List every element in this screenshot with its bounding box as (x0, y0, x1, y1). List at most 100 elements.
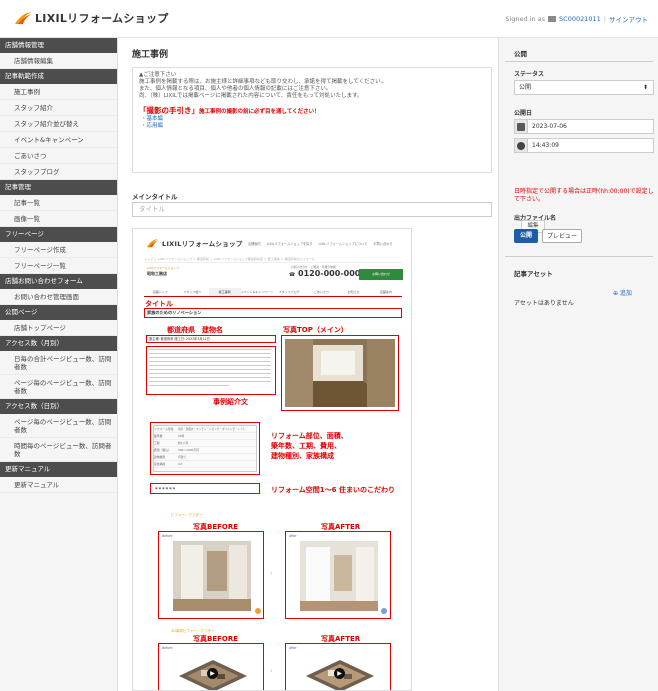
status-value: 公開 (519, 84, 532, 91)
sidebar-section-access-daily: アクセス数（日別） (0, 399, 117, 414)
time-input[interactable]: 14:43:09 (528, 138, 654, 153)
preview-tab: スタッフ紹介 (183, 290, 202, 294)
sidebar-item-events[interactable]: イベント&キャンペーン (0, 132, 117, 148)
label-spaces: リフォーム空間1〜6 住まいのこだわり (271, 486, 395, 494)
preview-nav-item: LIXILリフォームショップを探す (266, 242, 313, 246)
main-content: 施工事例 ▲ご注意下さい 施工事例を掲載する際は、お施主様と詳細事項なども取り交… (122, 38, 492, 691)
sidebar-item-daily-total[interactable]: 日毎の合計ページビュー数、訪問者数 (0, 351, 117, 375)
play-icon: ▶ (207, 668, 218, 679)
case-template-preview: LIXILリフォームショップ 店舗案内 LIXILリフォームショップを探す LI… (132, 228, 412, 691)
sidebar-item-store-edit[interactable]: 店舗情報編集 (0, 53, 117, 69)
guide-heading: 「撮影の手引き」施工事例の撮影の前に必ず目を通してください！ (139, 107, 485, 116)
user-id-link[interactable]: SC00021011 (559, 15, 601, 23)
asset-heading: 記事アセット (514, 270, 553, 278)
notice-line-4: 尚、（株）LIXILでは掲載ページに掲載された内容について、責任をもって対処いた… (139, 93, 363, 99)
preview-nav: 店舗案内 LIXILリフォームショップを探す LIXILリフォームショップについ… (248, 241, 393, 246)
sidebar-item-page-views-monthly[interactable]: ページ毎のページビュー数、訪問者数 (0, 375, 117, 399)
before-after-heading: ビフォー・アフター (171, 513, 203, 517)
preview-tab: スタッフブログ (278, 290, 300, 294)
divider (505, 256, 653, 257)
after-text: After (289, 534, 297, 538)
guide-link-basic[interactable]: ・基本編 (141, 116, 485, 123)
arrow-right-icon: › (270, 569, 273, 577)
sidebar-item-staff[interactable]: スタッフ紹介 (0, 100, 117, 116)
publish-button[interactable]: 公開 (514, 229, 538, 243)
sidebar-section-public: 公開ページ (0, 305, 117, 320)
signed-in-prefix: Signed in as (505, 15, 546, 23)
sidebar-item-free-list[interactable]: フリーページ一覧 (0, 258, 117, 274)
sidebar-item-page-views-daily[interactable]: ページ毎のページビュー数、訪問者数 (0, 414, 117, 438)
after-room-icon (300, 541, 378, 611)
add-asset-link[interactable]: ⊕ 追加 (613, 288, 632, 297)
signin-info: Signed in as SC00021011 | サインアウト (505, 14, 648, 24)
notice-box: ▲ご注意下さい 施工事例を掲載する際は、お施主様と詳細事項なども取り交わし、承諾… (132, 67, 492, 173)
sidebar-item-store-top[interactable]: 店舗トップページ (0, 320, 117, 336)
sidebar-item-hourly-views[interactable]: 時間毎のページビュー数、訪問者数 (0, 438, 117, 462)
arrow-right-icon: › (270, 667, 273, 675)
label-photo-top: 写真TOP（メイン） (283, 326, 348, 334)
preview-tab-active: 施工事例 (208, 288, 241, 296)
no-assets-text: アセットはありません (514, 300, 574, 307)
label-intro: 事例紹介文 (213, 398, 248, 406)
divider (505, 61, 653, 62)
before-3d-text: Before (162, 646, 173, 650)
preview-tel: ☎ 0120-000-000 (289, 269, 360, 278)
after-3d-text: After (289, 646, 297, 650)
preview-nav-item: お問い合わせ (373, 242, 393, 246)
logo-text: LIXILリフォームショップ (35, 12, 169, 25)
guide-link-advanced[interactable]: ・応用編 (141, 123, 485, 130)
after-photo (300, 541, 378, 611)
guide-title: 「撮影の手引き」 (139, 106, 199, 115)
preview-logo-text: LIXILリフォームショップ (162, 240, 243, 248)
status-label: ステータス (514, 71, 545, 78)
sidebar-section-manual: 更新マニュアル (0, 462, 117, 477)
signout-link[interactable]: サインアウト (609, 14, 648, 24)
before-zoom-icon (255, 608, 261, 614)
sidebar-item-free-create[interactable]: フリーページ作成 (0, 242, 117, 258)
sidebar-item-blog[interactable]: スタッフブログ (0, 164, 117, 180)
spaces-icons: ▣ ▣ ▣ ▣ ▣ ▣ (155, 486, 176, 490)
preview-tab: 店舗案内 (379, 290, 392, 294)
sidebar-item-staff-order[interactable]: スタッフ紹介並び替え (0, 116, 117, 132)
sidebar-item-greeting[interactable]: ごあいさつ (0, 148, 117, 164)
preview-contact-button: お問い合わせ (359, 269, 403, 280)
preview-tabs: 店舗トップ スタッフ紹介 施工事例 イベント&キャンペーン スタッフブログ ごあ… (144, 288, 402, 297)
status-select[interactable]: 公開 ⬍ (514, 80, 654, 95)
label-area: 都道府県 建物名 (167, 326, 223, 334)
date-row: 2023-07-06 (514, 119, 654, 134)
preview-button[interactable]: プレビュー (542, 229, 582, 243)
sidebar-section-article-create: 記事軌範作成 (0, 69, 117, 84)
lixil-logo[interactable]: LIXILリフォームショップ (14, 10, 169, 26)
sidebar-item-cases[interactable]: 施工事例 (0, 84, 117, 100)
chevron-down-icon: ⬍ (642, 84, 648, 91)
publish-heading: 公開 (514, 50, 527, 58)
phone-icon: ☎ (289, 272, 296, 278)
spec-frame (150, 422, 260, 475)
sidebar-item-manual[interactable]: 更新マニュアル (0, 477, 117, 493)
before-room-icon (173, 541, 251, 611)
before-text: Before (162, 534, 173, 538)
photo-top-image (285, 339, 395, 407)
date-label: 公開日 (514, 110, 533, 117)
top-header: LIXILリフォームショップ Signed in as SC00021011 |… (0, 0, 658, 38)
guide-subtitle: 施工事例の撮影の前に必ず目を通してください！ (199, 109, 320, 115)
label-spec: リフォーム部位、面積、 築年数、工期、費用、 建物種別、家族構成 (271, 432, 348, 460)
sidebar-item-contact-admin[interactable]: お問い合わせ管理画面 (0, 289, 117, 305)
sidebar-section-free-page: フリーページ (0, 227, 117, 242)
preview-logo-swoosh-icon (146, 238, 159, 248)
sidebar-item-article-list[interactable]: 記事一覧 (0, 195, 117, 211)
separator: | (603, 15, 606, 23)
sidebar-item-image-list[interactable]: 画像一覧 (0, 211, 117, 227)
date-input[interactable]: 2023-07-06 (528, 119, 654, 134)
sample-title: 家族のためのリノベーション (147, 310, 202, 315)
notice-line-1: ▲ご注意下さい (139, 72, 177, 78)
preview-breadcrumb: トップ ＞ LIXILリフォームショップ ＞ 都道府県 ＞ LIXILリフォーム… (144, 257, 402, 263)
preview-shop-sub: LIXILリフォームショップ (147, 266, 179, 270)
logo-swoosh-icon (15, 12, 31, 24)
preview-tel-number: 0120-000-000 (298, 269, 361, 278)
main-title-input[interactable]: タイトル (132, 202, 492, 217)
calendar-icon (514, 119, 528, 134)
right-panel (498, 38, 658, 691)
preview-tab: ごあいさつ (313, 290, 329, 294)
intro-frame (146, 346, 276, 395)
